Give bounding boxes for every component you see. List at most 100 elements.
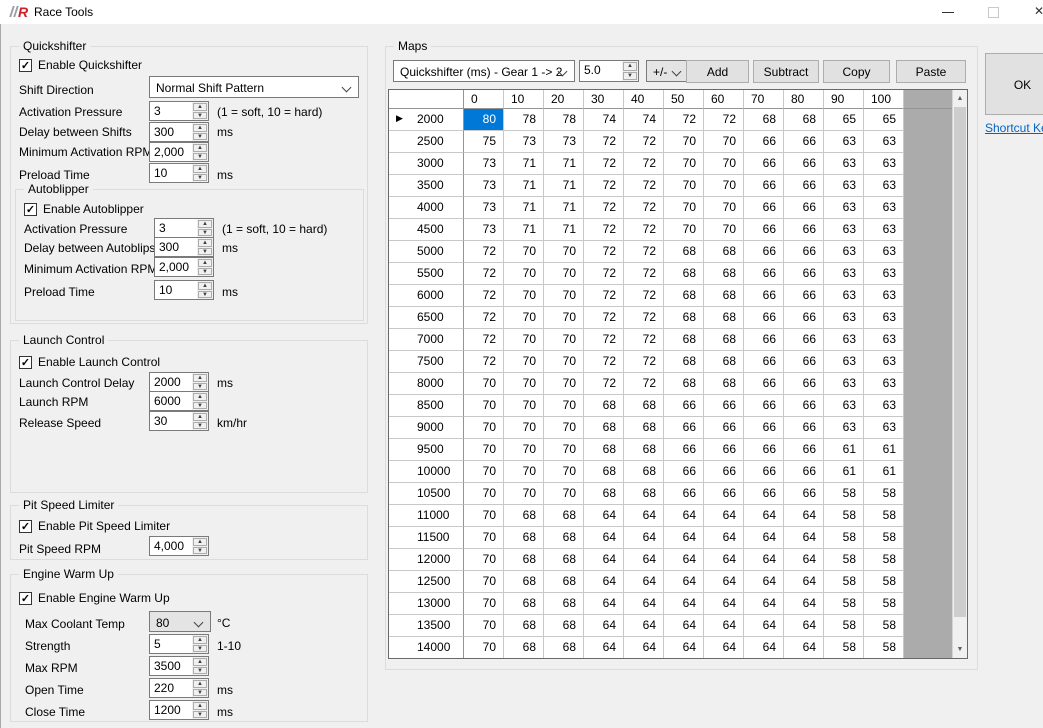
grid-cell[interactable]: 63: [864, 307, 904, 329]
grid-cell[interactable]: 66: [744, 153, 784, 175]
grid-cell[interactable]: 66: [744, 263, 784, 285]
grid-cell[interactable]: 73: [464, 153, 504, 175]
spin-down-icon[interactable]: ▼: [193, 422, 207, 430]
grid-cell[interactable]: 72: [584, 131, 624, 153]
ok-button[interactable]: OK: [985, 53, 1043, 115]
grid-cell[interactable]: 63: [864, 197, 904, 219]
grid-cell[interactable]: 63: [824, 153, 864, 175]
ab-preload-value[interactable]: 10: [155, 281, 197, 299]
grid-cell[interactable]: 63: [864, 329, 904, 351]
grid-cell[interactable]: 68: [664, 285, 704, 307]
grid-cell[interactable]: 63: [864, 131, 904, 153]
grid-cell[interactable]: 66: [744, 373, 784, 395]
grid-cell[interactable]: 71: [504, 175, 544, 197]
grid-cell[interactable]: 64: [624, 527, 664, 549]
lc-delay-input[interactable]: 2000 ▲▼: [149, 372, 209, 392]
grid-cell[interactable]: 58: [824, 549, 864, 571]
grid-cell[interactable]: 64: [704, 593, 744, 615]
grid-cell[interactable]: 58: [864, 637, 904, 658]
grid-cell[interactable]: 66: [744, 285, 784, 307]
map-selector[interactable]: Quickshifter (ms) - Gear 1 -> 2: [393, 60, 575, 82]
qs-preload-value[interactable]: 10: [150, 164, 192, 182]
grid-cell[interactable]: 58: [824, 505, 864, 527]
grid-cell[interactable]: 71: [544, 153, 584, 175]
grid-cell[interactable]: 64: [784, 505, 824, 527]
grid-cell[interactable]: 64: [584, 571, 624, 593]
grid-cell[interactable]: 70: [544, 483, 584, 505]
grid-cell[interactable]: 70: [464, 615, 504, 637]
spin-down-icon[interactable]: ▼: [193, 711, 207, 719]
spin-up-icon[interactable]: ▲: [193, 413, 207, 421]
grid-cell[interactable]: 64: [664, 505, 704, 527]
grid-cell[interactable]: 70: [504, 439, 544, 461]
grid-cell[interactable]: 58: [864, 571, 904, 593]
grid-cell[interactable]: 63: [824, 307, 864, 329]
spin-up-icon[interactable]: ▲: [193, 124, 207, 132]
spin-up-icon[interactable]: ▲: [198, 259, 212, 267]
grid-cell[interactable]: 80: [464, 109, 504, 131]
grid-cell[interactable]: 70: [464, 549, 504, 571]
grid-cell[interactable]: 68: [664, 263, 704, 285]
amount-value[interactable]: 5.0: [580, 61, 622, 81]
grid-cell[interactable]: 68: [544, 527, 584, 549]
grid-cell[interactable]: 70: [544, 241, 584, 263]
lc-delay-value[interactable]: 2000: [150, 373, 192, 391]
add-button[interactable]: Add: [686, 60, 749, 83]
grid-cell[interactable]: 66: [704, 461, 744, 483]
grid-cell[interactable]: 70: [464, 461, 504, 483]
grid-cell[interactable]: 68: [624, 395, 664, 417]
grid-row-header[interactable]: 4000: [389, 197, 464, 219]
grid-cell[interactable]: 61: [864, 461, 904, 483]
grid-cell[interactable]: 68: [704, 241, 744, 263]
grid-cell[interactable]: 66: [784, 373, 824, 395]
spin-up-icon[interactable]: ▲: [623, 62, 637, 71]
spin-up-icon[interactable]: ▲: [193, 144, 207, 152]
spin-up-icon[interactable]: ▲: [193, 680, 207, 688]
grid-cell[interactable]: 66: [784, 483, 824, 505]
spin-down-icon[interactable]: ▼: [198, 248, 212, 256]
enable-engine-warmup-checkbox[interactable]: ✓ Enable Engine Warm Up: [19, 591, 170, 605]
open-time-input[interactable]: 220 ▲▼: [149, 678, 209, 698]
enable-launch-control-checkbox[interactable]: ✓ Enable Launch Control: [19, 355, 160, 369]
grid-cell[interactable]: 72: [624, 263, 664, 285]
grid-cell[interactable]: 63: [864, 241, 904, 263]
grid-cell[interactable]: 70: [464, 593, 504, 615]
grid-cell[interactable]: 64: [624, 571, 664, 593]
grid-cell[interactable]: 73: [464, 175, 504, 197]
grid-cell[interactable]: 64: [744, 571, 784, 593]
grid-cell[interactable]: 64: [704, 549, 744, 571]
grid-cell[interactable]: 63: [864, 219, 904, 241]
grid-cell[interactable]: 70: [544, 307, 584, 329]
grid-row-header[interactable]: 11500: [389, 527, 464, 549]
spin-down-icon[interactable]: ▼: [193, 645, 207, 653]
grid-cell[interactable]: 70: [544, 417, 584, 439]
grid-cell[interactable]: 64: [784, 637, 824, 658]
grid-cell[interactable]: 58: [824, 615, 864, 637]
copy-button[interactable]: Copy: [823, 60, 890, 83]
spin-down-icon[interactable]: ▼: [193, 547, 207, 555]
grid-column-header[interactable]: 40: [624, 90, 664, 109]
grid-cell[interactable]: 70: [464, 527, 504, 549]
grid-corner-cell[interactable]: [389, 90, 464, 109]
ab-min-rpm-input[interactable]: 2,000 ▲▼: [154, 257, 214, 277]
grid-cell[interactable]: 63: [864, 285, 904, 307]
grid-cell[interactable]: 64: [744, 505, 784, 527]
ab-delay-value[interactable]: 300: [155, 238, 197, 256]
grid-row-header[interactable]: 13000: [389, 593, 464, 615]
grid-cell[interactable]: 65: [824, 109, 864, 131]
pit-rpm-input[interactable]: 4,000 ▲▼: [149, 536, 209, 556]
spin-up-icon[interactable]: ▲: [193, 658, 207, 666]
spin-down-icon[interactable]: ▼: [193, 174, 207, 182]
subtract-button[interactable]: Subtract: [753, 60, 819, 83]
grid-cell[interactable]: 73: [504, 131, 544, 153]
grid-cell[interactable]: 70: [504, 285, 544, 307]
grid-cell[interactable]: 72: [624, 351, 664, 373]
grid-cell[interactable]: 70: [544, 285, 584, 307]
grid-cell[interactable]: 64: [664, 549, 704, 571]
grid-cell[interactable]: 68: [584, 395, 624, 417]
grid-cell[interactable]: 58: [864, 593, 904, 615]
grid-cell[interactable]: 72: [584, 307, 624, 329]
grid-cell[interactable]: 72: [624, 131, 664, 153]
grid-cell[interactable]: 66: [744, 483, 784, 505]
ab-activation-pressure-input[interactable]: 3 ▲▼: [154, 218, 214, 238]
